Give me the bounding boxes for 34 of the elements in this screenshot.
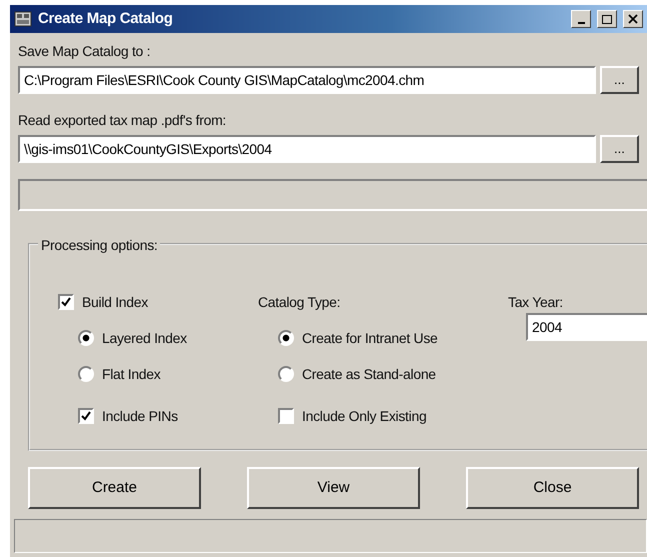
dialog-button[interactable]: Create: [28, 467, 201, 509]
dialog-button[interactable]: View: [247, 467, 420, 509]
maximize-icon: [602, 14, 612, 24]
browse-button[interactable]: ...: [600, 66, 639, 94]
close-button[interactable]: [623, 10, 643, 28]
checkbox[interactable]: [278, 408, 294, 424]
year-field[interactable]: 2004: [526, 313, 647, 341]
radio-button[interactable]: [278, 366, 294, 382]
field-label: Read exported tax map .pdf's from:: [18, 111, 228, 130]
checkbox[interactable]: [78, 408, 94, 424]
radio-button[interactable]: [78, 366, 94, 382]
radio-label[interactable]: Create for Intranet Use: [302, 328, 438, 348]
browse-button[interactable]: ...: [600, 135, 639, 163]
dialog-button[interactable]: Close: [466, 467, 639, 509]
field-label: Tax Year:: [508, 292, 564, 312]
close-icon: [628, 14, 638, 24]
checkbox-label[interactable]: Build Index: [82, 292, 148, 312]
app-icon: [14, 10, 32, 28]
window-title: Create Map Catalog: [38, 8, 173, 29]
minimize-icon: [578, 22, 584, 24]
checkbox[interactable]: [58, 294, 74, 310]
radio-button[interactable]: [78, 330, 94, 346]
radio-button[interactable]: [278, 330, 294, 346]
checkbox-label[interactable]: Include PINs: [102, 406, 178, 426]
radio-label[interactable]: Create as Stand-alone: [302, 364, 436, 384]
minimize-button[interactable]: [571, 10, 591, 28]
radio-label[interactable]: Layered Index: [102, 328, 187, 348]
maximize-button[interactable]: [597, 10, 617, 28]
path-field[interactable]: C:\Program Files\ESRI\Cook County GIS\MapCatalog\mc2004.chm: [18, 66, 596, 94]
checkbox-label[interactable]: Include Only Existing: [302, 406, 426, 426]
group-label: Catalog Type:: [258, 292, 342, 312]
field-label: Save Map Catalog to :: [18, 42, 152, 61]
radio-label[interactable]: Flat Index: [102, 364, 160, 384]
path-field[interactable]: \\gis-ims01\CookCountyGIS\Exports\2004: [18, 135, 596, 163]
